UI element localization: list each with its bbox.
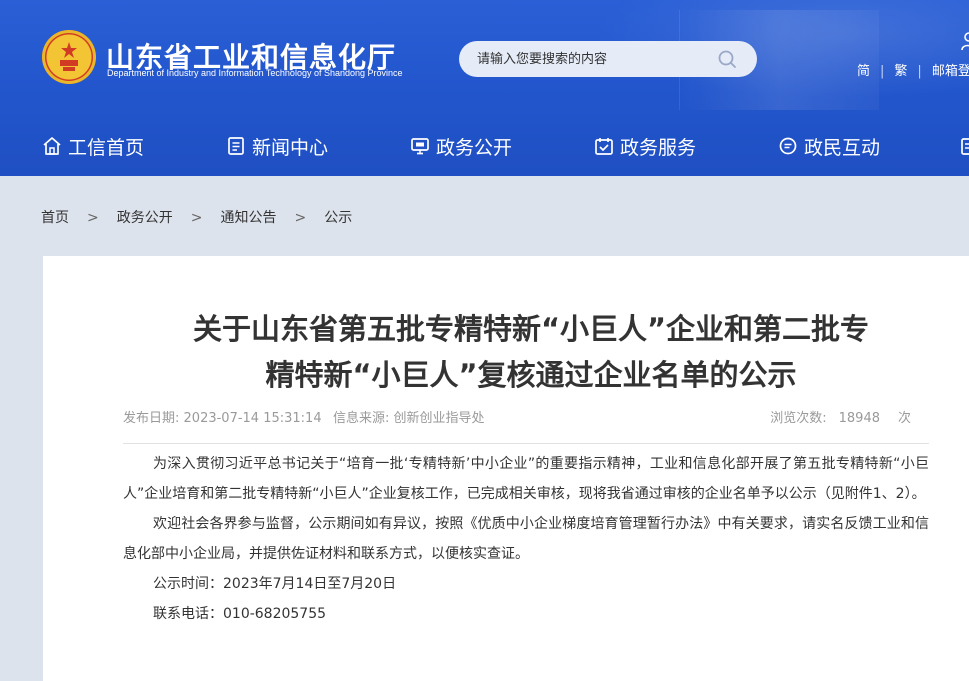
search-box [459, 41, 757, 77]
article-title-line: 关于山东省第五批专精特新“小巨人”企业和第二批专 [192, 312, 870, 346]
breadcrumb-separator: > [294, 210, 307, 226]
publish-date-label: 发布日期: [123, 411, 180, 426]
view-count-value: 18948 [838, 411, 880, 426]
info-source-label: 信息来源: [333, 411, 390, 426]
article-paragraph: 为深入贯彻习近平总书记关于“培育一批‘专精特新’中小企业”的重要指示精神，工业和… [123, 456, 929, 502]
home-icon [43, 137, 61, 155]
nav-item-label: 工信首页 [68, 136, 145, 159]
nav-item-home[interactable]: 工信首页 [42, 118, 144, 174]
article-title-line: 精特新“小巨人”复核通过企业名单的公示 [265, 358, 797, 392]
breadcrumb: 首页 > 政务公开 > 通知公告 > 公示 [41, 207, 352, 227]
nav-item-more[interactable] [960, 118, 969, 174]
site-subtitle: Department of Industry and Information T… [107, 68, 403, 78]
breadcrumb-separator: > [190, 210, 203, 226]
publicity-period: 公示时间：2023年7月14日至7月20日 [153, 576, 397, 592]
separator: | [880, 64, 885, 79]
publish-date-value: 2023-07-14 15:31:14 [183, 411, 322, 426]
search-input[interactable] [477, 41, 717, 77]
view-count-label: 浏览次数: [770, 411, 827, 426]
breadcrumb-current[interactable]: 公示 [324, 207, 352, 227]
breadcrumb-notices[interactable]: 通知公告 [220, 207, 276, 227]
nav-item-government-services[interactable]: 政务服务 [594, 118, 696, 174]
nav-item-news[interactable]: 新闻中心 [226, 118, 328, 174]
monitor-icon [411, 138, 429, 155]
nav-item-public-interaction[interactable]: 政民互动 [778, 118, 880, 174]
meta-divider [123, 443, 929, 444]
search-icon[interactable] [717, 49, 737, 69]
breadcrumb-government-affairs[interactable]: 政务公开 [117, 207, 173, 227]
site-header: 山东省工业和信息化厅 Department of Industry and In… [0, 0, 969, 176]
nav-item-label: 政务服务 [620, 136, 697, 159]
top-links: 简 | 繁 | 邮箱登 [857, 60, 969, 79]
publish-date: 发布日期: 2023-07-14 15:31:14 [123, 407, 322, 426]
article-body: 为深入贯彻习近平总书记关于“培育一批‘专精特新’中小企业”的重要指示精神，工业和… [123, 449, 929, 629]
news-icon [228, 137, 244, 155]
view-count-unit: 次 [897, 411, 911, 426]
chat-icon [779, 137, 797, 155]
national-emblem-icon[interactable] [42, 30, 96, 84]
nav-item-label: 政民互动 [804, 136, 881, 159]
info-source-value: 创新创业指导处 [393, 411, 485, 426]
nav-item-government-affairs[interactable]: 政务公开 [410, 118, 512, 174]
breadcrumb-home[interactable]: 首页 [41, 207, 69, 227]
service-icon [595, 138, 613, 155]
traditional-chinese-link[interactable]: 繁 [894, 60, 907, 79]
separator: | [917, 64, 922, 79]
main-nav: 工信首页 新闻中心 政务公开 政务服务 政民互动 [0, 118, 969, 174]
article-card: 关于山东省第五批专精特新“小巨人”企业和第二批专 精特新“小巨人”复核通过企业名… [43, 256, 969, 681]
article-paragraph: 欢迎社会各界参与监督，公示期间如有异议，按照《优质中小企业梯度培育管理暂行办法》… [123, 516, 929, 562]
simplified-chinese-link[interactable]: 简 [857, 60, 870, 79]
more-nav-icon [961, 138, 969, 155]
view-count: 浏览次数: 18948 次 [770, 407, 911, 426]
article-meta: 发布日期: 2023-07-14 15:31:14 信息来源: 创新创业指导处 … [123, 407, 929, 427]
contact-phone: 联系电话：010-68205755 [153, 606, 327, 622]
info-source: 信息来源: 创新创业指导处 [333, 407, 485, 426]
article-title: 关于山东省第五批专精特新“小巨人”企业和第二批专 精特新“小巨人”复核通过企业名… [136, 306, 926, 398]
nav-item-label: 新闻中心 [252, 136, 329, 159]
nav-item-label: 政务公开 [436, 136, 513, 159]
breadcrumb-separator: > [87, 210, 99, 226]
mailbox-login-link[interactable]: 邮箱登 [932, 60, 969, 79]
user-icon[interactable] [961, 32, 969, 56]
